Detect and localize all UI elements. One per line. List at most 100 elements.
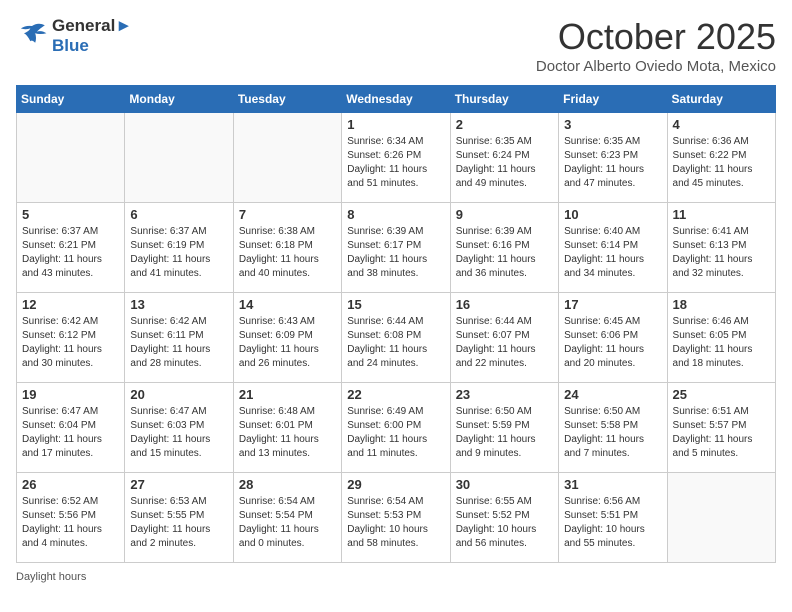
calendar-cell: 23Sunrise: 6:50 AM Sunset: 5:59 PM Dayli… <box>450 383 558 473</box>
calendar-cell: 27 Sunrise: 6:53 AM Sunset: 5:55 PM Dayli… <box>125 473 233 563</box>
day-number: 4 <box>673 117 770 132</box>
day-info: Sunrise: 6:47 AM Sunset: 6:04 PM Dayligh… <box>22 405 119 461</box>
weekday-header: Friday <box>559 86 667 113</box>
calendar-cell: 8Sunrise: 6:39 AM Sunset: 6:17 PM Daylig… <box>342 203 450 293</box>
logo-icon <box>16 22 48 50</box>
day-info: Sunrise: 6:42 AM Sunset: 6:12 PM Dayligh… <box>22 315 119 371</box>
calendar-week-row: 1 Sunrise: 6:34 AM Sunset: 6:26 PM Daylig… <box>17 113 776 203</box>
day-info: Sunrise: 6:42 AM Sunset: 6:11 PM Dayligh… <box>130 315 227 371</box>
calendar-cell: 12 Sunrise: 6:42 AM Sunset: 6:12 PM Dayli… <box>17 293 125 383</box>
calendar-cell: 18 Sunrise: 6:46 AM Sunset: 6:05 PM Dayli… <box>667 293 775 383</box>
calendar-cell: 6 Sunrise: 6:37 AM Sunset: 6:19 PM Daylig… <box>125 203 233 293</box>
day-number: 16 <box>456 297 553 312</box>
calendar-cell: 10Sunrise: 6:40 AM Sunset: 6:14 PM Dayli… <box>559 203 667 293</box>
calendar-cell: 25 Sunrise: 6:51 AM Sunset: 5:57 PM Dayli… <box>667 383 775 473</box>
calendar-cell <box>667 473 775 563</box>
day-number: 9 <box>456 207 553 222</box>
day-number: 1 <box>347 117 444 132</box>
page-header: General► Blue October 2025 Doctor Albert… <box>16 16 776 75</box>
day-info: Sunrise: 6:36 AM Sunset: 6:22 PM Dayligh… <box>673 135 770 191</box>
day-info: Sunrise: 6:35 AM Sunset: 6:24 PM Dayligh… <box>456 135 553 191</box>
location-subtitle: Doctor Alberto Oviedo Mota, Mexico <box>536 58 776 75</box>
day-info: Sunrise: 6:54 AM Sunset: 5:54 PM Dayligh… <box>239 495 336 551</box>
day-number: 19 <box>22 387 119 402</box>
calendar-week-row: 12 Sunrise: 6:42 AM Sunset: 6:12 PM Dayli… <box>17 293 776 383</box>
calendar-cell: 7 Sunrise: 6:38 AM Sunset: 6:18 PM Daylig… <box>233 203 341 293</box>
calendar-cell: 20Sunrise: 6:47 AM Sunset: 6:03 PM Dayli… <box>125 383 233 473</box>
weekday-header: Monday <box>125 86 233 113</box>
day-number: 21 <box>239 387 336 402</box>
day-number: 30 <box>456 477 553 492</box>
day-number: 29 <box>347 477 444 492</box>
logo-text: General► Blue <box>52 16 132 56</box>
weekday-header-row: SundayMondayTuesdayWednesdayThursdayFrid… <box>17 86 776 113</box>
day-number: 5 <box>22 207 119 222</box>
calendar-cell: 5 Sunrise: 6:37 AM Sunset: 6:21 PM Daylig… <box>17 203 125 293</box>
day-number: 7 <box>239 207 336 222</box>
day-info: Sunrise: 6:54 AM Sunset: 5:53 PM Dayligh… <box>347 495 444 551</box>
day-number: 25 <box>673 387 770 402</box>
day-number: 3 <box>564 117 661 132</box>
day-info: Sunrise: 6:34 AM Sunset: 6:26 PM Dayligh… <box>347 135 444 191</box>
calendar-cell: 16 Sunrise: 6:44 AM Sunset: 6:07 PM Dayli… <box>450 293 558 383</box>
calendar-cell: 15Sunrise: 6:44 AM Sunset: 6:08 PM Dayli… <box>342 293 450 383</box>
day-info: Sunrise: 6:49 AM Sunset: 6:00 PM Dayligh… <box>347 405 444 461</box>
weekday-header: Tuesday <box>233 86 341 113</box>
calendar-cell: 2 Sunrise: 6:35 AM Sunset: 6:24 PM Daylig… <box>450 113 558 203</box>
day-info: Sunrise: 6:44 AM Sunset: 6:07 PM Dayligh… <box>456 315 553 371</box>
calendar-cell: 26 Sunrise: 6:52 AM Sunset: 5:56 PM Dayli… <box>17 473 125 563</box>
day-number: 18 <box>673 297 770 312</box>
day-number: 22 <box>347 387 444 402</box>
day-number: 26 <box>22 477 119 492</box>
calendar-cell <box>125 113 233 203</box>
calendar-cell: 13 Sunrise: 6:42 AM Sunset: 6:11 PM Dayli… <box>125 293 233 383</box>
calendar-week-row: 5 Sunrise: 6:37 AM Sunset: 6:21 PM Daylig… <box>17 203 776 293</box>
calendar-cell: 19 Sunrise: 6:47 AM Sunset: 6:04 PM Dayli… <box>17 383 125 473</box>
day-info: Sunrise: 6:35 AM Sunset: 6:23 PM Dayligh… <box>564 135 661 191</box>
calendar-cell: 9Sunrise: 6:39 AM Sunset: 6:16 PM Daylig… <box>450 203 558 293</box>
calendar-cell: 24 Sunrise: 6:50 AM Sunset: 5:58 PM Dayli… <box>559 383 667 473</box>
day-number: 27 <box>130 477 227 492</box>
day-number: 17 <box>564 297 661 312</box>
calendar-week-row: 19 Sunrise: 6:47 AM Sunset: 6:04 PM Dayli… <box>17 383 776 473</box>
day-number: 31 <box>564 477 661 492</box>
day-number: 24 <box>564 387 661 402</box>
day-number: 11 <box>673 207 770 222</box>
calendar-cell: 22 Sunrise: 6:49 AM Sunset: 6:00 PM Dayli… <box>342 383 450 473</box>
day-info: Sunrise: 6:51 AM Sunset: 5:57 PM Dayligh… <box>673 405 770 461</box>
day-number: 15 <box>347 297 444 312</box>
weekday-header: Wednesday <box>342 86 450 113</box>
day-info: Sunrise: 6:55 AM Sunset: 5:52 PM Dayligh… <box>456 495 553 551</box>
calendar-cell: 11 Sunrise: 6:41 AM Sunset: 6:13 PM Dayli… <box>667 203 775 293</box>
day-info: Sunrise: 6:37 AM Sunset: 6:19 PM Dayligh… <box>130 225 227 281</box>
day-number: 2 <box>456 117 553 132</box>
footer: Daylight hours <box>16 571 776 583</box>
calendar-cell: 3 Sunrise: 6:35 AM Sunset: 6:23 PM Daylig… <box>559 113 667 203</box>
calendar-cell <box>233 113 341 203</box>
day-info: Sunrise: 6:38 AM Sunset: 6:18 PM Dayligh… <box>239 225 336 281</box>
day-info: Sunrise: 6:39 AM Sunset: 6:17 PM Dayligh… <box>347 225 444 281</box>
day-info: Sunrise: 6:37 AM Sunset: 6:21 PM Dayligh… <box>22 225 119 281</box>
day-info: Sunrise: 6:50 AM Sunset: 5:58 PM Dayligh… <box>564 405 661 461</box>
calendar-cell: 29 Sunrise: 6:54 AM Sunset: 5:53 PM Dayli… <box>342 473 450 563</box>
calendar-table: SundayMondayTuesdayWednesdayThursdayFrid… <box>16 85 776 563</box>
day-number: 12 <box>22 297 119 312</box>
title-block: October 2025 Doctor Alberto Oviedo Mota,… <box>536 16 776 75</box>
day-number: 13 <box>130 297 227 312</box>
day-info: Sunrise: 6:41 AM Sunset: 6:13 PM Dayligh… <box>673 225 770 281</box>
day-info: Sunrise: 6:53 AM Sunset: 5:55 PM Dayligh… <box>130 495 227 551</box>
day-number: 6 <box>130 207 227 222</box>
calendar-cell: 30 Sunrise: 6:55 AM Sunset: 5:52 PM Dayli… <box>450 473 558 563</box>
day-info: Sunrise: 6:46 AM Sunset: 6:05 PM Dayligh… <box>673 315 770 371</box>
day-number: 23 <box>456 387 553 402</box>
calendar-cell: 31Sunrise: 6:56 AM Sunset: 5:51 PM Dayli… <box>559 473 667 563</box>
day-number: 10 <box>564 207 661 222</box>
daylight-label: Daylight hours <box>16 571 86 583</box>
calendar-cell: 14Sunrise: 6:43 AM Sunset: 6:09 PM Dayli… <box>233 293 341 383</box>
weekday-header: Sunday <box>17 86 125 113</box>
calendar-cell <box>17 113 125 203</box>
month-title: October 2025 <box>536 16 776 58</box>
day-info: Sunrise: 6:52 AM Sunset: 5:56 PM Dayligh… <box>22 495 119 551</box>
calendar-cell: 21Sunrise: 6:48 AM Sunset: 6:01 PM Dayli… <box>233 383 341 473</box>
day-info: Sunrise: 6:45 AM Sunset: 6:06 PM Dayligh… <box>564 315 661 371</box>
